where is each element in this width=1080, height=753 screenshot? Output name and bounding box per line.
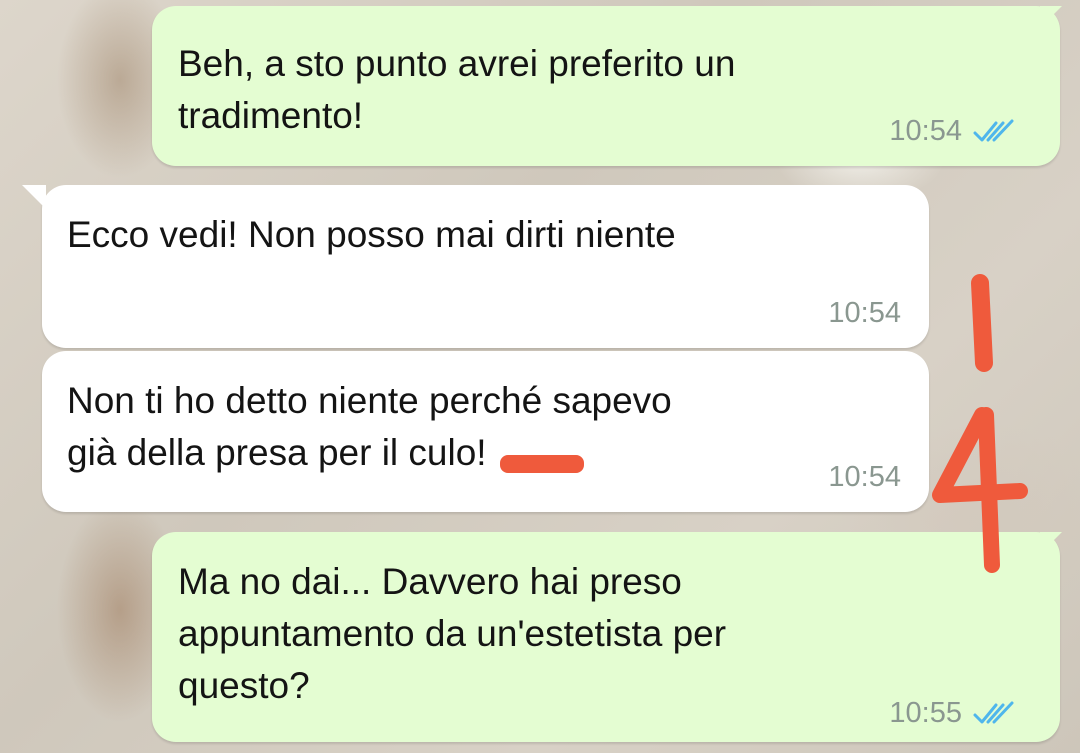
message-text: Ma no dai... Davvero hai preso appuntame… bbox=[178, 561, 727, 706]
message-text: Beh, a sto punto avrei preferito un trad… bbox=[178, 43, 736, 136]
message-time: 10:55 bbox=[889, 697, 962, 729]
message-time: 10:54 bbox=[828, 297, 901, 329]
double-check-read-icon bbox=[972, 119, 1016, 145]
message-meta: 10:55 bbox=[889, 697, 1016, 730]
handwritten-annotation bbox=[920, 265, 1040, 590]
redaction-scribble bbox=[500, 455, 584, 473]
message-bubble-incoming[interactable]: Ecco vedi! Non posso mai dirti niente 10… bbox=[42, 185, 929, 348]
message-text: Ecco vedi! Non posso mai dirti niente bbox=[67, 214, 676, 255]
bubble-tail bbox=[1040, 6, 1062, 28]
message-bubble-outgoing[interactable]: Beh, a sto punto avrei preferito un trad… bbox=[152, 6, 1060, 166]
bubble-tail bbox=[1040, 532, 1062, 554]
bubble-tail bbox=[22, 185, 46, 209]
message-bubble-incoming[interactable]: Non ti ho detto niente perché sapevo già… bbox=[42, 351, 929, 512]
double-check-read-icon bbox=[972, 701, 1016, 727]
message-meta: 10:54 bbox=[828, 297, 901, 330]
message-meta: 10:54 bbox=[889, 115, 1016, 148]
message-time: 10:54 bbox=[828, 461, 901, 493]
message-meta: 10:54 bbox=[828, 461, 901, 494]
message-time: 10:54 bbox=[889, 115, 962, 147]
